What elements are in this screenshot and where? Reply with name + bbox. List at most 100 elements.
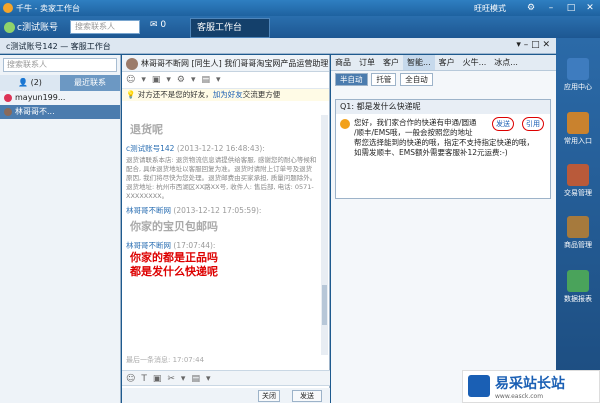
mode-tabs: 半自动 托管 全自动 bbox=[331, 71, 556, 87]
app-title: 千牛 - 卖家工作台 bbox=[16, 4, 80, 13]
trade-icon bbox=[567, 164, 589, 186]
mode-semi-auto[interactable]: 半自动 bbox=[335, 73, 368, 86]
tab-huoniu[interactable]: 火牛... bbox=[459, 55, 491, 70]
search-input[interactable]: 搜索联系人 bbox=[70, 20, 140, 34]
sidebar-label: 常用入口 bbox=[564, 137, 592, 145]
sidebar-label: 数据报表 bbox=[564, 295, 592, 303]
tab-goods[interactable]: 商品 bbox=[331, 55, 355, 70]
maximize-icon[interactable]: □ bbox=[565, 2, 577, 14]
answer-icon bbox=[340, 119, 350, 129]
message-list: 退货呢 c测试账号142 (2013-12-12 16:48:43): 退货请联… bbox=[122, 115, 322, 345]
sidebar-item-shortcuts[interactable]: 常用入口 bbox=[556, 112, 600, 146]
contact-avatar bbox=[4, 107, 12, 116]
contact-tabs: 👤 (2) 最近联系 bbox=[0, 75, 120, 91]
watermark-url: www.easck.com bbox=[495, 393, 544, 400]
sidebar-item-reports[interactable]: 数据报表 bbox=[556, 270, 600, 304]
sidebar-label: 商品管理 bbox=[564, 241, 592, 249]
input-toolbar[interactable]: ☺T▣✂▾▤▾ bbox=[122, 370, 330, 386]
message-counter[interactable]: ✉ 0 bbox=[150, 20, 166, 30]
right-sidebar: 应用中心 常用入口 交易管理 商品管理 数据报表 bbox=[556, 38, 600, 403]
add-friend-link[interactable]: 加为好友 bbox=[213, 90, 243, 99]
answer-line: 您好，我们家合作的快递有申通/圆通 bbox=[354, 118, 477, 127]
tab-recent[interactable]: 最近联系 bbox=[60, 75, 120, 91]
message-time: (2013-12-12 17:05:59): bbox=[173, 206, 262, 215]
message-text: 退货请联系本店: 退货物流信息请提供给客服, 感谢您的耐心等候和配合, 具体退货… bbox=[126, 156, 317, 200]
watermark: 易采站长站 www.easck.com bbox=[462, 370, 600, 403]
avatar bbox=[4, 22, 15, 33]
message-count: 0 bbox=[160, 20, 167, 30]
contact-item[interactable]: 林哥哥不... bbox=[0, 105, 120, 119]
account-name: c测试账号 bbox=[17, 23, 58, 33]
avatar bbox=[126, 57, 138, 70]
answer-line: /顺丰/EMS哦，一般会按照您的地址 bbox=[354, 128, 473, 137]
cite-answer-button[interactable]: 引用 bbox=[522, 117, 544, 131]
contact-name: 林哥哥不... bbox=[15, 107, 55, 116]
title-bar: 千牛 - 卖家工作台 旺旺模式 ⚙ – □ ✕ bbox=[0, 0, 600, 16]
sidebar-item-trade[interactable]: 交易管理 bbox=[556, 164, 600, 198]
message-sender: 林哥哥不断网 bbox=[126, 241, 171, 250]
answer-line: 如需发顺丰、EMS额外需要客服补12元运费:-) bbox=[354, 148, 508, 157]
chat-panel: 林哥哥不断网 [同生人] 我们哥哥淘宝网产品运营助理 ☺▾▣▾⚙▾▤▾ 💡 对方… bbox=[122, 55, 330, 403]
tab-service-workbench[interactable]: 客服工作台 bbox=[190, 18, 270, 38]
message-text: 你家的宝贝包邮吗 bbox=[130, 220, 218, 233]
contact-item[interactable]: mayun199... bbox=[0, 91, 120, 105]
friend-notice: 💡 对方还不是您的好友，加为好友交流更方便 bbox=[122, 89, 329, 101]
tab-orders[interactable]: 订单 bbox=[355, 55, 379, 70]
sidebar-label: 交易管理 bbox=[564, 189, 592, 197]
chat-header: 林哥哥不断网 [同生人] 我们哥哥淘宝网产品运营助理 bbox=[122, 55, 329, 72]
message-text: 都是发什么快递呢 bbox=[130, 265, 218, 278]
assistant-panel: 商品 订单 客户 智能... 客户 火牛... 冰点... 半自动 托管 全自动… bbox=[331, 55, 556, 403]
sidebar-item-goods[interactable]: 商品管理 bbox=[556, 216, 600, 250]
tab-customers[interactable]: 客户 bbox=[379, 55, 403, 70]
tab-bingdian[interactable]: 冰点... bbox=[490, 55, 522, 70]
reports-icon bbox=[567, 270, 589, 292]
message-meta: 林哥哥不断网 (17:07:44): bbox=[126, 240, 318, 251]
message-text: 你家的都是正品吗 bbox=[130, 251, 218, 264]
window-controls[interactable]: ▾ – □ ✕ bbox=[516, 40, 550, 50]
chat-actions: 关闭 发送 bbox=[122, 388, 330, 403]
message-time: (17:07:44): bbox=[173, 241, 216, 250]
assistant-tabs: 商品 订单 客户 智能... 客户 火牛... 冰点... bbox=[331, 55, 556, 71]
close-icon[interactable]: ✕ bbox=[584, 2, 596, 14]
contact-search-input[interactable]: 搜索联系人 bbox=[3, 58, 117, 72]
tab-customer2[interactable]: 客户 bbox=[435, 55, 459, 70]
mode-hosted[interactable]: 托管 bbox=[371, 73, 397, 86]
message-text: 退货呢 bbox=[130, 123, 163, 136]
sidebar-item-app-center[interactable]: 应用中心 bbox=[556, 58, 600, 92]
send-button[interactable]: 发送 bbox=[292, 390, 322, 402]
workbench-header: c测试账号142 — 客服工作台 ▾ – □ ✕ bbox=[0, 38, 556, 54]
last-message-info: 最后一条消息: 17:07:44 bbox=[126, 356, 205, 364]
send-answer-button[interactable]: 发送 bbox=[492, 117, 514, 131]
message-time: (2013-12-12 16:48:43): bbox=[176, 144, 265, 153]
notice-text: 对方还不是您的好友， bbox=[137, 90, 213, 99]
chat-contact: 林哥哥不断网 [同生人] 我们哥哥淘宝网产品运营助理 bbox=[141, 59, 329, 68]
minimize-icon[interactable]: – bbox=[545, 2, 557, 14]
app-logo-icon bbox=[3, 3, 13, 13]
message-sender: 林哥哥不断网 bbox=[126, 206, 171, 215]
question-text: Q1: 都是发什么快递呢 bbox=[336, 100, 550, 114]
watermark-logo-icon bbox=[468, 375, 490, 397]
contact-count: (2) bbox=[30, 78, 42, 87]
tab-smart[interactable]: 智能... bbox=[403, 55, 435, 70]
message-sender: c测试账号142 bbox=[126, 144, 175, 153]
app-center-icon bbox=[567, 58, 589, 80]
scrollbar-thumb[interactable] bbox=[322, 285, 327, 325]
answer-line: 帮您选择能到的快递的哦，指定不支持指定快递的哦， bbox=[354, 138, 534, 147]
mode-full-auto[interactable]: 全自动 bbox=[400, 73, 433, 86]
tab-contacts[interactable]: 👤 (2) bbox=[0, 75, 60, 91]
mode-toggle[interactable]: 旺旺模式 bbox=[470, 2, 510, 15]
close-button[interactable]: 关闭 bbox=[258, 390, 280, 402]
workbench-title: c测试账号142 — 客服工作台 bbox=[6, 42, 111, 51]
account-switcher[interactable]: c测试账号 bbox=[4, 20, 58, 34]
top-nav: c测试账号 搜索联系人 ✉ 0 客服工作台 bbox=[0, 16, 600, 38]
answer-block: 您好，我们家合作的快递有申通/圆通 /顺丰/EMS哦，一般会按照您的地址 帮您选… bbox=[336, 114, 550, 158]
notice-tail: 交流更方便 bbox=[242, 90, 281, 99]
goods-icon bbox=[567, 216, 589, 238]
settings-icon[interactable]: ⚙ bbox=[525, 2, 537, 14]
chat-scrollbar[interactable] bbox=[321, 115, 328, 355]
contact-name: mayun199... bbox=[15, 93, 66, 102]
contact-avatar bbox=[4, 93, 12, 102]
shortcuts-icon bbox=[567, 112, 589, 134]
chat-toolbar[interactable]: ☺▾▣▾⚙▾▤▾ bbox=[122, 72, 329, 89]
watermark-text: 易采站长站 bbox=[495, 376, 565, 392]
